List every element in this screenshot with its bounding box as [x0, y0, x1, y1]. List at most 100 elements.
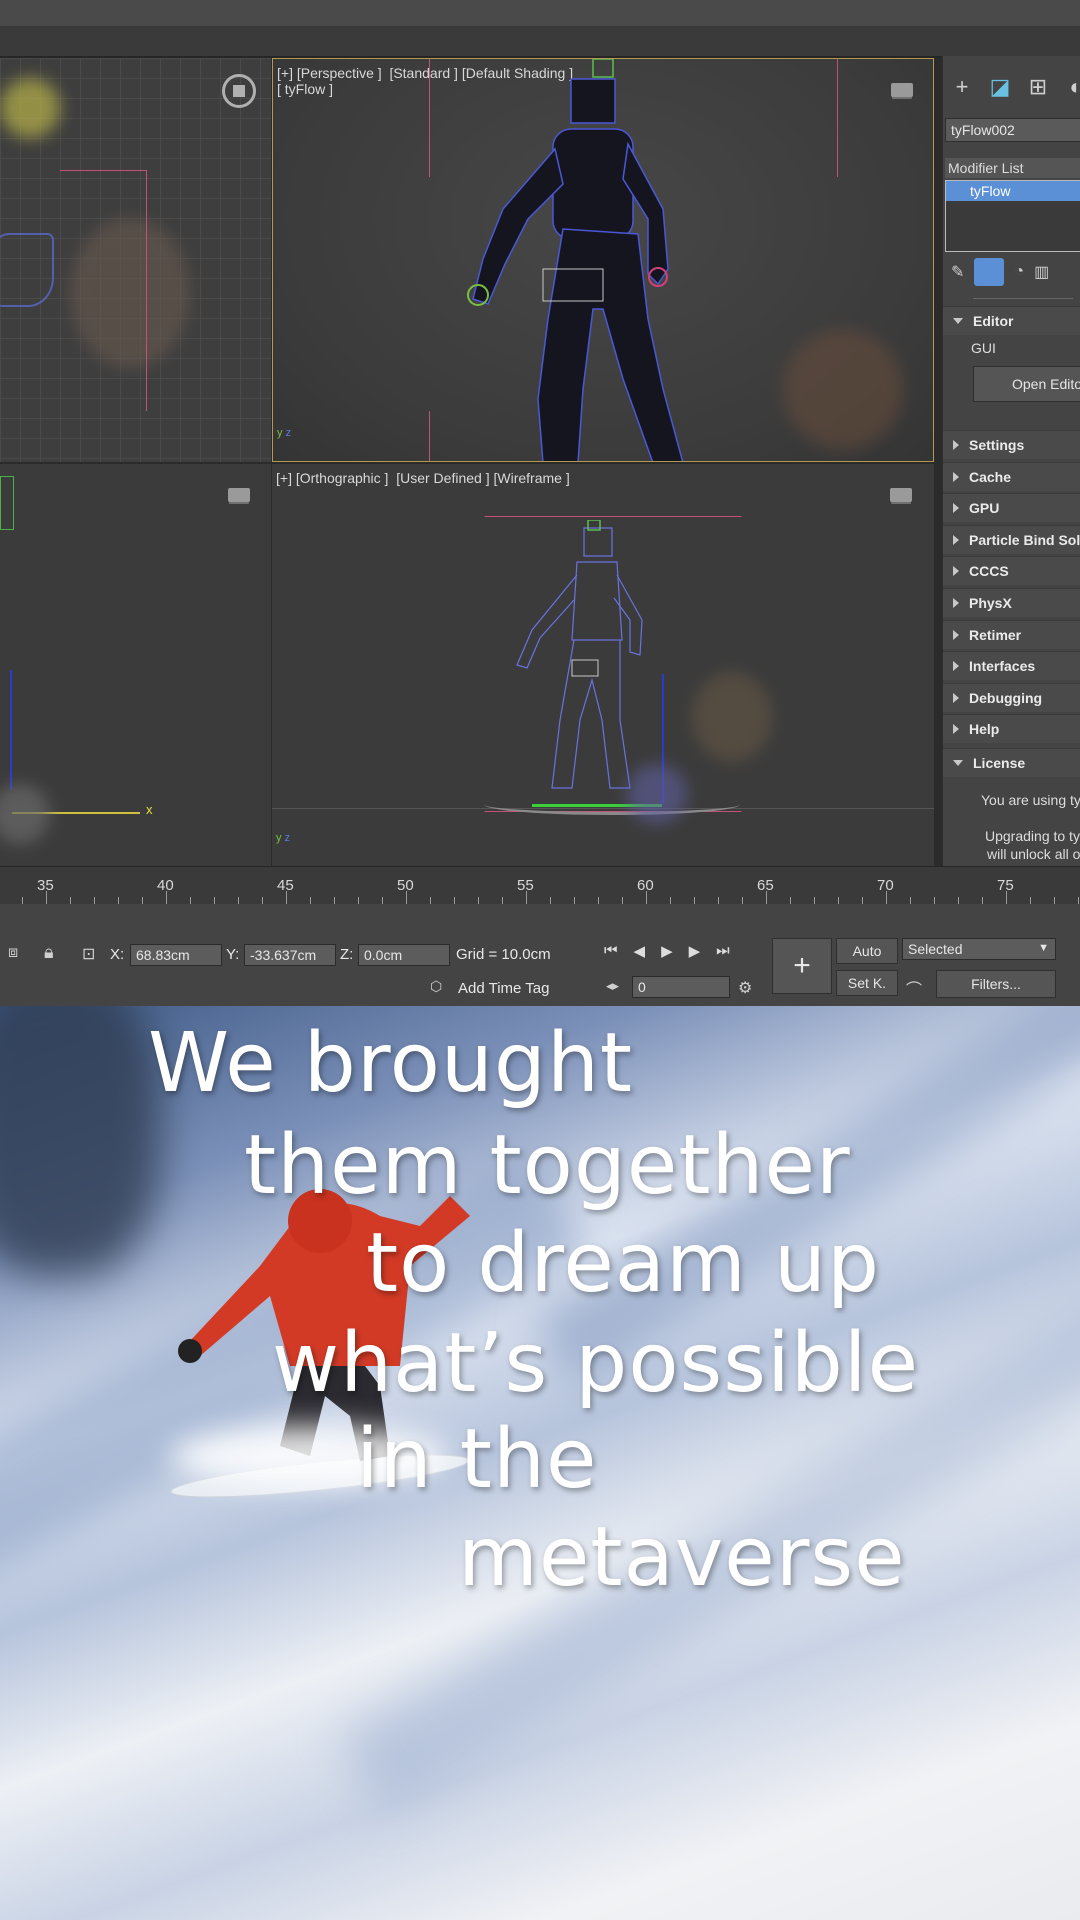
add-time-tag-button[interactable]: Add Time Tag [458, 980, 549, 997]
panel-tabs: + ◪ ⊞ ◐ [943, 70, 1080, 104]
rollout-collapsed-icon [953, 661, 959, 672]
z-axis-arrow [10, 670, 12, 790]
rollout-help[interactable]: Help [943, 714, 1080, 744]
rollout-expanded-icon [953, 760, 963, 766]
key-mode-button[interactable]: + [772, 938, 832, 994]
rollout-license[interactable]: License [943, 748, 1080, 777]
caption-line-5: in the [356, 1412, 598, 1507]
x-coord-label: X: [110, 946, 125, 963]
viewport-menu-icon[interactable] [228, 488, 250, 502]
rollout-title: Cache [969, 468, 1012, 485]
playback-controls: ⏮ ◀︎ ▶︎ ▶︎ ⏭ [604, 942, 730, 960]
axis-tripod: y z [276, 832, 290, 844]
motion-tab-icon[interactable]: ◐ [1057, 70, 1080, 104]
play-icon[interactable]: ▶︎ [661, 942, 673, 960]
viewport-menu-icon[interactable] [890, 488, 912, 502]
nav-gizmo-icon[interactable] [222, 74, 256, 108]
show-end-result-icon[interactable] [974, 258, 1005, 286]
modifier-item-tyflow[interactable]: tyFlow [946, 181, 1080, 201]
blurred-object [0, 78, 60, 138]
rollout-interfaces[interactable]: Interfaces [943, 651, 1080, 681]
create-tab-icon[interactable]: + [943, 70, 981, 104]
command-panel: + ◪ ⊞ ◐ tyFlow002 Modifier List tyFlow ✎… [942, 56, 1080, 866]
configure-icon[interactable]: ▥ [1034, 262, 1049, 282]
divider [973, 298, 1073, 299]
caption-line-4: what’s possible [272, 1316, 920, 1411]
axis-y-label: y [277, 427, 283, 439]
chevron-down-icon: ▼ [1038, 942, 1049, 954]
modifier-stack[interactable]: tyFlow [945, 180, 1080, 252]
absolute-mode-icon[interactable]: ⊡ [82, 944, 95, 964]
caption-line-2: them together [244, 1118, 851, 1213]
character-wireframe [467, 59, 684, 461]
viewport-top-left[interactable] [0, 58, 271, 462]
timeline-tick [526, 891, 527, 905]
rollout-title: Particle Bind Solver [969, 531, 1080, 548]
selection-lock-toggle-icon[interactable]: ⧈ [8, 944, 18, 962]
pin-stack-icon[interactable]: ✎ [951, 262, 964, 282]
x-coord-field[interactable]: 68.83cm [130, 944, 222, 966]
unique-icon[interactable]: ◔ [1014, 263, 1024, 281]
blurred-object [0, 784, 50, 844]
rollout-title: Help [969, 721, 1000, 738]
axis-z-label: z [284, 832, 291, 844]
y-coord-field[interactable]: -33.637cm [244, 944, 336, 966]
blurred-object [783, 329, 903, 449]
open-editor-button[interactable]: Open Editor [973, 366, 1080, 402]
rollout-particle-bind-solver[interactable]: Particle Bind Solver [943, 524, 1080, 554]
rollout-gpu[interactable]: GPU [943, 493, 1080, 523]
lock-icon[interactable]: 🔒︎ [44, 942, 54, 963]
axis-tripod: y z [277, 427, 291, 439]
previous-frame-icon[interactable]: ◀︎ [634, 942, 646, 960]
rollout-collapsed-icon [953, 534, 959, 545]
rollout-title: GPU [969, 500, 1000, 517]
x-axis-label: x [146, 802, 153, 817]
timeline-tick [1006, 891, 1007, 905]
rollout-title: Settings [969, 437, 1025, 453]
z-coord-field[interactable]: 0.0cm [358, 944, 450, 966]
rollout-debugging[interactable]: Debugging [943, 682, 1080, 712]
safe-frame-line [837, 59, 838, 177]
current-frame-field[interactable]: 0 [632, 976, 730, 998]
selected-object-outline [0, 476, 14, 530]
viewport-label[interactable]: [+] [Orthographic ] [User Defined ] [Wir… [276, 470, 570, 486]
go-to-end-icon[interactable]: ⏭ [716, 942, 730, 960]
rollout-retimer[interactable]: Retimer [943, 619, 1080, 649]
rollout-cache[interactable]: Cache [943, 461, 1080, 491]
viewport-menu-icon[interactable] [891, 83, 913, 97]
time-config-icon[interactable]: ⚙ [738, 978, 752, 998]
timeline-ruler[interactable]: 35 40 45 50 55 60 65 70 75 [0, 866, 1080, 905]
rollout-editor[interactable]: Editor [943, 306, 1080, 335]
viewport-orthographic[interactable]: [+] [Orthographic ] [User Defined ] [Wir… [272, 464, 934, 866]
rollout-collapsed-icon [953, 724, 959, 735]
modify-tab-icon[interactable]: ◪ [981, 70, 1019, 104]
modifier-list-label[interactable]: Modifier List [945, 158, 1080, 178]
key-tangent-icon[interactable]: ⌒ [906, 976, 922, 1000]
selection-set-dropdown[interactable]: Selected ▼ [902, 938, 1056, 960]
selection-set-value: Selected [908, 941, 963, 957]
next-frame-icon[interactable]: ▶︎ [689, 942, 701, 960]
timeline-ticks: 35 40 45 50 55 60 65 70 75 [0, 867, 1080, 905]
key-filters-button[interactable]: Filters... [936, 970, 1056, 998]
go-to-start-icon[interactable]: ⏮ [604, 942, 618, 960]
set-key-button[interactable]: Set K. [836, 970, 898, 996]
viewport-perspective[interactable]: [+] [Perspective ] [Standard ] [Default … [272, 58, 934, 462]
rollout-cccs[interactable]: CCCS [943, 556, 1080, 586]
object-name-field[interactable]: tyFlow002 [945, 118, 1080, 142]
rollout-physx[interactable]: PhysX [943, 588, 1080, 617]
bounds-line [60, 170, 147, 411]
rollout-settings[interactable]: Settings [943, 430, 1080, 459]
safe-frame-line [429, 411, 430, 461]
title-bar [0, 0, 1080, 26]
caption-line-6: metaverse [458, 1510, 906, 1605]
rollout-collapsed-icon [953, 440, 959, 450]
auto-key-button[interactable]: Auto [836, 938, 898, 964]
viewport-bottom-left[interactable]: x [0, 464, 271, 866]
axis-y-label: y [276, 832, 282, 844]
hierarchy-tab-icon[interactable]: ⊞ [1019, 70, 1057, 104]
time-tag-icon: ⬡ [430, 978, 443, 994]
rollout-title: Interfaces [969, 658, 1036, 675]
viewport-sublabel[interactable]: [ tyFlow ] [277, 81, 333, 97]
character-wireframe [0, 233, 54, 307]
license-text: Upgrading to tyFlow [985, 828, 1080, 844]
